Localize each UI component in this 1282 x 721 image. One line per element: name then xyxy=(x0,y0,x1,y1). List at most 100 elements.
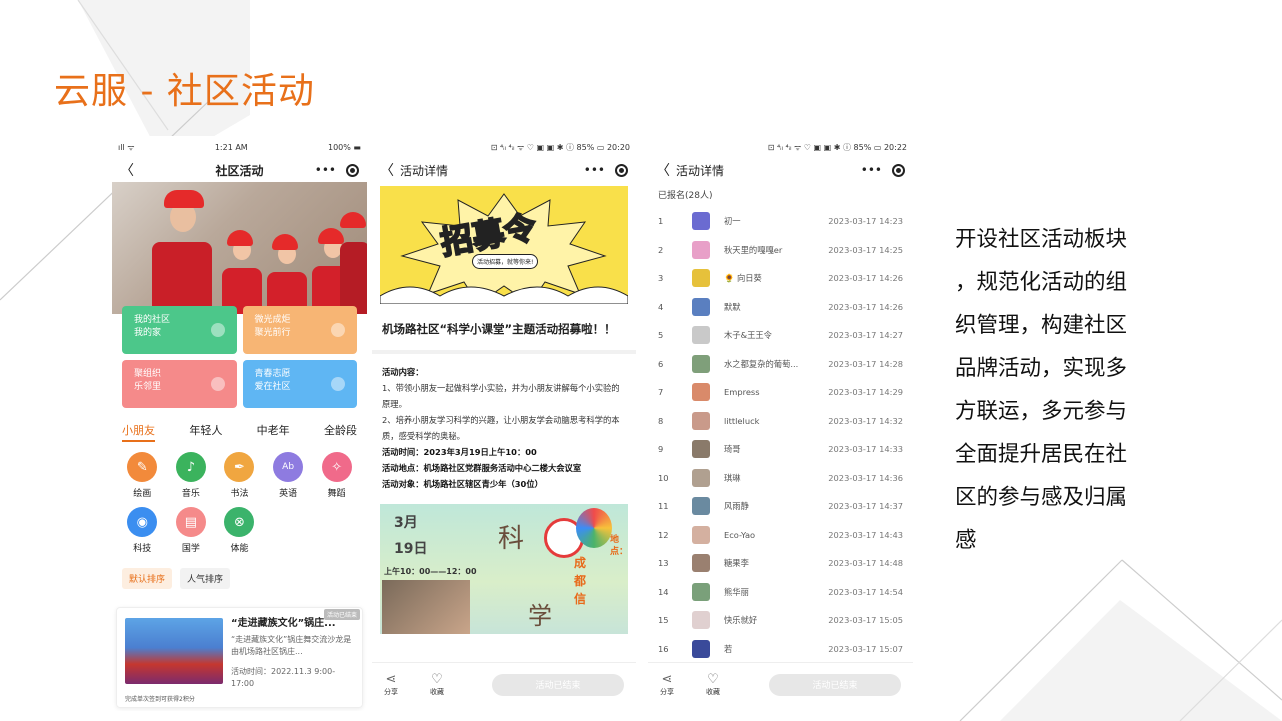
category-music[interactable]: ♪ 音乐 xyxy=(167,452,216,499)
tab-all-ages[interactable]: 全龄段 xyxy=(324,422,357,442)
registrant-row: 15 快乐就好 2023-03-17 15:05 xyxy=(648,606,913,635)
arrow-icon xyxy=(331,377,345,391)
avatar xyxy=(692,212,710,231)
tile-light-torch[interactable]: 微光成炬 聚光前行 xyxy=(242,306,357,354)
registrant-index: 16 xyxy=(658,643,669,654)
tile-organization[interactable]: 聚组织 乐邻里 xyxy=(122,360,237,408)
slide-description: 开设社区活动板块 ，规范化活动的组 织管理，构建社区 品牌活动，实现多 方联运，… xyxy=(955,218,1155,562)
category-calligraphy[interactable]: ✒ 书法 xyxy=(215,452,264,499)
registrant-time: 2023-03-17 14:37 xyxy=(828,501,903,512)
guitar-icon: ♪ xyxy=(175,452,206,482)
arrow-icon xyxy=(210,323,225,337)
category-label: 科技 xyxy=(133,544,152,554)
registrant-index: 15 xyxy=(658,615,669,626)
poster-photo xyxy=(382,580,470,634)
more-icon[interactable]: ••• xyxy=(315,163,336,177)
detail-value: 2023年3月19日上午10：00 xyxy=(423,447,537,457)
category-dance[interactable]: ✧ 舞蹈 xyxy=(312,452,361,499)
science-poster: 3月 19日 科 上午10：00——12：00 学 地点： 成都信 xyxy=(380,504,628,634)
registrant-list: 1 初一 2023-03-17 14:23 2 秋天里的嘎嘎er 2023-03-17 1… xyxy=(648,207,913,663)
tile-line1: 聚组织 xyxy=(134,369,162,379)
detail-label: 活动地点： xyxy=(382,463,424,473)
avatar xyxy=(692,297,710,316)
back-icon[interactable]: 〈 xyxy=(380,160,394,180)
slide-title: 云服 - 社区活动 xyxy=(54,71,315,112)
screen-community-activities: ıll ᯤ 1:21 AM 100% ▬ 〈 社区活动 ••• 我的社区 我的家 xyxy=(112,136,367,711)
content-item: 2、培养小朋友学习科学的兴趣，让小朋友学会动脑思考科学的本质，感受科学的奥秘。 xyxy=(382,415,620,441)
registrant-index: 6 xyxy=(658,358,664,369)
recruitment-poster: 招募令 活动招募，就等你来! xyxy=(380,186,628,304)
tile-volunteer[interactable]: 青春志愿 爱在社区 xyxy=(242,360,357,408)
activity-ended-button[interactable]: 活动已结束 xyxy=(492,673,624,696)
share-button[interactable]: ⋖ 分享 xyxy=(660,672,674,697)
activity-points-note: 完成单次签到可获得2积分 xyxy=(125,696,195,703)
close-target-icon[interactable] xyxy=(892,163,905,177)
close-target-icon[interactable] xyxy=(346,163,359,177)
registrant-time: 2023-03-17 14:48 xyxy=(828,558,903,569)
description-line: 方联运，多元参与 xyxy=(955,399,1128,424)
back-icon[interactable]: 〈 xyxy=(656,160,670,180)
category-chinese-studies[interactable]: ▤ 国学 xyxy=(167,507,216,554)
share-button[interactable]: ⋖ 分享 xyxy=(384,672,398,697)
share-label: 分享 xyxy=(660,687,674,696)
registrant-name: 🌻 向日葵 xyxy=(724,273,762,284)
heart-icon: ♡ xyxy=(431,671,443,687)
close-target-icon[interactable] xyxy=(615,163,628,177)
avatar xyxy=(692,554,710,573)
description-line: ，规范化活动的组 xyxy=(955,270,1128,295)
registrant-time: 2023-03-17 14:43 xyxy=(828,529,903,540)
description-line: 全面提升居民在社 xyxy=(955,442,1128,467)
category-technology[interactable]: ◉ 科技 xyxy=(118,507,167,554)
palette-icon: ✎ xyxy=(127,452,158,482)
registrant-name: littleluck xyxy=(724,415,760,426)
tab-middle-aged[interactable]: 中老年 xyxy=(257,422,290,442)
registrant-row: 4 默默 2023-03-17 14:26 xyxy=(648,293,913,322)
avatar xyxy=(692,639,710,658)
activity-content: 活动内容： 1、带领小朋友一起做科学小实验，并为小朋友讲解每个小实验的原理。 2… xyxy=(372,364,636,492)
category-painting[interactable]: ✎ 绘画 xyxy=(118,452,167,499)
registrant-row: 1 初一 2023-03-17 14:23 xyxy=(648,207,913,236)
registrant-time: 2023-03-17 14:26 xyxy=(828,273,903,284)
avatar xyxy=(692,497,710,516)
sort-popularity-button[interactable]: 人气排序 xyxy=(180,568,231,589)
tile-my-community[interactable]: 我的社区 我的家 xyxy=(122,306,237,354)
status-bar: ıll ᯤ 1:21 AM 100% ▬ xyxy=(112,136,367,158)
description-line: 感 xyxy=(955,528,977,553)
sort-default-button[interactable]: 默认排序 xyxy=(122,568,173,589)
more-icon[interactable]: ••• xyxy=(861,163,882,177)
registrant-index: 3 xyxy=(658,273,664,284)
registrant-index: 13 xyxy=(658,558,669,569)
registrant-name: 初一 xyxy=(724,216,741,227)
category-english[interactable]: Ab 英语 xyxy=(264,452,313,499)
book-icon: ▤ xyxy=(175,507,206,537)
tab-young[interactable]: 年轻人 xyxy=(189,422,222,442)
registrant-row: 2 秋天里的嘎嘎er 2023-03-17 14:25 xyxy=(648,236,913,265)
signal-icon: ıll ᯤ xyxy=(118,142,135,152)
poster-time: 上午10：00——12：00 xyxy=(384,567,477,576)
category-fitness[interactable]: ⊗ 体能 xyxy=(215,507,264,554)
poster-character-ke: 科 xyxy=(498,524,525,554)
registrant-row: 10 琪琳 2023-03-17 14:36 xyxy=(648,464,913,493)
banner-photo[interactable] xyxy=(112,182,367,314)
registrant-time: 2023-03-17 15:05 xyxy=(828,615,903,626)
avatar xyxy=(692,582,710,601)
registrant-index: 2 xyxy=(658,244,664,255)
avatar xyxy=(692,269,710,288)
more-icon[interactable]: ••• xyxy=(584,163,605,177)
activity-description: “走进藏族文化”锅庄舞交流沙龙是由机场路社区锅庄... xyxy=(231,635,352,656)
activity-ended-button[interactable]: 活动已结束 xyxy=(769,673,901,696)
heart-icon: ♡ xyxy=(707,671,719,687)
avatar xyxy=(692,440,710,459)
volunteer-logo xyxy=(576,508,612,548)
registrant-index: 1 xyxy=(658,216,664,227)
abc-icon: Ab xyxy=(273,452,304,482)
favorite-button[interactable]: ♡ 收藏 xyxy=(706,671,720,697)
registrant-time: 2023-03-17 14:36 xyxy=(828,472,903,483)
activity-card[interactable]: 活动已结束 “走进藏族文化”锅庄... “走进藏族文化”锅庄舞交流沙龙是由机场路… xyxy=(116,607,363,708)
registrant-index: 5 xyxy=(658,330,664,341)
favorite-button[interactable]: ♡ 收藏 xyxy=(430,671,444,697)
content-heading: 活动内容： xyxy=(382,367,424,377)
category-label: 体能 xyxy=(230,544,249,554)
category-label: 舞蹈 xyxy=(327,489,346,499)
tab-children[interactable]: 小朋友 xyxy=(122,422,155,442)
